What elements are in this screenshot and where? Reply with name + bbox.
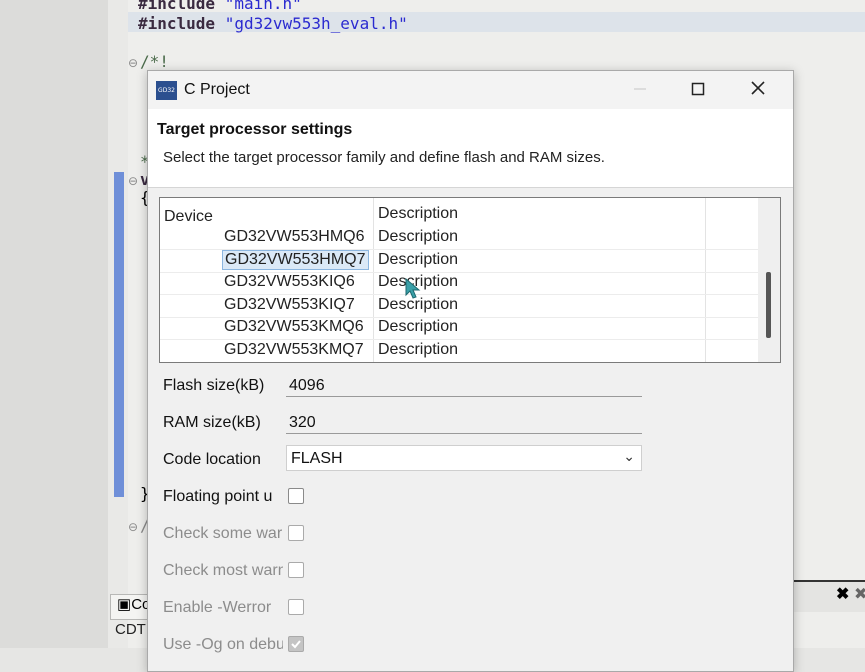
table-row[interactable]: GD32VW553KIQ6 Description [160,272,758,295]
fold-collapse-icon[interactable]: ⊖ [128,56,138,70]
check-icon [291,640,301,649]
ram-size-label: RAM size(kB) [163,414,261,431]
maximize-icon [691,82,705,96]
description-cell: Description [378,250,459,268]
device-cell: GD32VW553HMQ6 [224,228,365,245]
table-row[interactable]: GD32VW553KMQ7 Description [160,340,758,362]
description-cell: Description [378,228,459,245]
dialog-titlebar[interactable]: GD32 C Project [148,71,793,109]
description-cell: Description [378,318,459,335]
chevron-down-icon: ⌄ [623,448,635,464]
code-line-include-eval: #include "gd32vw553h_eval.h" [138,14,408,33]
table-row[interactable]: GD32VW553KMQ6 Description [160,317,758,340]
fold-collapse-icon[interactable]: ⊖ [128,520,138,534]
change-marker-bar [114,172,124,497]
device-table: Device Description GD32VW553HMQ6 Descript… [159,197,781,363]
code-location-label: Code location [163,451,261,468]
code-comment-start: /*! [140,52,169,71]
column-header-device[interactable]: Device [164,208,213,226]
remove-launch-icon[interactable]: ✖ [836,584,849,604]
table-scrollbar[interactable] [758,198,780,362]
flash-size-input[interactable] [286,375,642,397]
table-row[interactable]: GD32VW553KIQ7 Description [160,295,758,318]
console-label: CDT [115,621,146,638]
dialog-title: C Project [184,81,250,98]
floating-point-checkbox[interactable] [288,488,304,504]
check-most-warnings-checkbox[interactable] [288,562,304,578]
column-header-description[interactable]: Description [378,205,458,223]
scrollbar-thumb[interactable] [766,272,771,338]
code-location-select[interactable]: FLASH ⌄ [286,445,642,471]
mouse-cursor-icon [405,278,421,299]
table-row[interactable]: GD32VW553HMQ6 Description [160,227,758,250]
table-row[interactable]: GD32VW553HMQ7 Description [160,249,758,273]
fold-collapse-icon[interactable]: ⊖ [128,174,138,188]
use-og-debug-label: Use -Og on debu [163,636,283,653]
code-line-include-main: #include "main.h" [138,0,302,13]
console-toolbar: ✖ ✖ [790,580,865,612]
device-cell: GD32VW553KMQ6 [224,318,364,335]
device-cell: GD32VW553KMQ7 [224,340,364,358]
ram-size-input[interactable] [286,412,642,434]
remove-all-icon[interactable]: ✖ [854,584,865,604]
minimize-icon [634,88,646,90]
maximize-button[interactable] [678,75,718,105]
dialog-header: Target processor settings Select the tar… [148,109,793,188]
device-cell: GD32VW553KIQ6 [224,273,355,290]
console-tab[interactable]: ▣Co [110,594,150,620]
enable-werror-checkbox[interactable] [288,599,304,615]
floating-point-label: Floating point u [163,488,273,505]
check-some-warnings-checkbox[interactable] [288,525,304,541]
flash-size-label: Flash size(kB) [163,377,265,394]
minimize-button[interactable] [620,75,660,105]
use-og-debug-checkbox[interactable] [288,636,304,652]
close-icon [751,81,765,95]
device-cell: GD32VW553HMQ7 [222,249,369,270]
description-cell: Description [378,340,459,358]
c-project-dialog: GD32 C Project Target processor settings… [147,70,794,672]
page-description: Select the target processor family and d… [163,149,605,166]
project-explorer-panel [0,0,109,648]
check-some-warnings-label: Check some war [163,525,283,542]
gd32-app-icon: GD32 [156,81,177,100]
table-header: Device Description [160,202,758,226]
console-icon: ▣ [117,596,132,613]
page-title: Target processor settings [157,121,353,138]
enable-werror-label: Enable -Werror [163,599,272,616]
close-button[interactable] [738,75,778,105]
device-cell: GD32VW553KIQ7 [224,295,355,313]
code-location-value: FLASH [291,450,343,467]
check-most-warnings-label: Check most warn [163,562,283,579]
